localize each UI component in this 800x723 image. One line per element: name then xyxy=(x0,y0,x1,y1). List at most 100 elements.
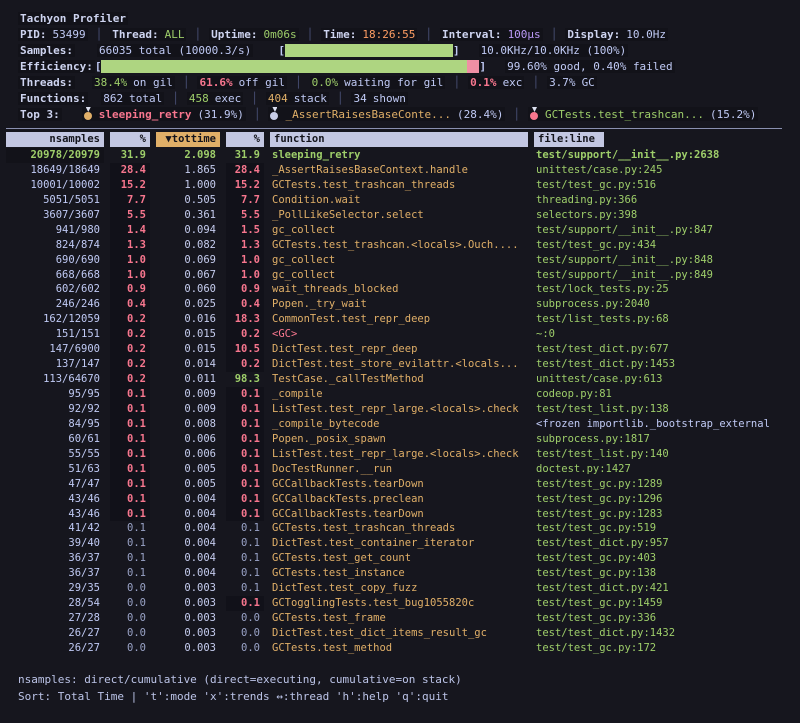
table-row[interactable]: 151/1510.20.0150.2<GC>~:0 xyxy=(6,327,794,342)
table-row[interactable]: 92/920.10.0090.1ListTest.test_repr_large… xyxy=(6,402,794,417)
cell-pct-direct: 0.1 xyxy=(110,432,150,447)
cell-function: DocTestRunner.__run xyxy=(270,462,528,477)
table-row[interactable]: 55/550.10.0060.1ListTest.test_repr_large… xyxy=(6,447,794,462)
profiler-screen: Tachyon Profiler PID:53499│Thread:ALL│Up… xyxy=(0,0,800,723)
table-row[interactable]: 84/950.10.0080.1_compile_bytecode<frozen… xyxy=(6,417,794,432)
table-row[interactable]: 690/6901.00.0691.0gc_collecttest/support… xyxy=(6,253,794,268)
efficiency-gauge xyxy=(101,60,479,73)
separator-bar: │ xyxy=(295,76,302,89)
cell-pct-cumulative: 0.1 xyxy=(226,387,264,402)
table-row[interactable]: 10001/1000215.21.00015.2GCTests.test_tra… xyxy=(6,178,794,193)
table-row[interactable]: 43/460.10.0040.1GCCallbackTests.tearDown… xyxy=(6,507,794,522)
table-row[interactable]: 113/646700.20.01198.3TestCase._callTestM… xyxy=(6,372,794,387)
cell-function: _AssertRaisesBaseContext.handle xyxy=(270,163,528,178)
table-row[interactable]: 47/470.10.0050.1GCCallbackTests.tearDown… xyxy=(6,477,794,492)
status-thread-label: Thread: xyxy=(112,28,158,41)
table-row[interactable]: 27/280.00.0030.0GCTests.test_frametest/t… xyxy=(6,611,794,626)
samples-gauge-fill xyxy=(285,44,453,57)
cell-tottime: 0.004 xyxy=(156,566,220,581)
col-header-function[interactable]: function xyxy=(270,132,528,147)
cell-pct-direct: 0.1 xyxy=(110,521,150,536)
table-row[interactable]: 36/370.10.0040.1GCTests.test_instancetes… xyxy=(6,566,794,581)
table-row[interactable]: 246/2460.40.0250.4Popen._try_waitsubproc… xyxy=(6,297,794,312)
efficiency-line: Efficiency: [ ] 99.60% good, 0.40% faile… xyxy=(18,58,794,74)
status-uptime: Uptime:0m06s xyxy=(209,28,298,41)
function-stat-1-label: exec xyxy=(215,92,242,105)
cell-fileline: test/test_gc.py:519 xyxy=(534,521,794,536)
cell-pct-direct: 7.7 xyxy=(110,193,150,208)
cell-tottime: 0.004 xyxy=(156,536,220,551)
cell-pct-cumulative: 0.1 xyxy=(226,507,264,522)
status-thread-value: ALL xyxy=(165,28,185,41)
cell-nsamples: 668/668 xyxy=(6,268,104,283)
table-row[interactable]: 824/8741.30.0821.3GCTests.test_trashcan.… xyxy=(6,238,794,253)
function-stat-3: 34shown xyxy=(351,92,407,105)
cell-pct-direct: 5.5 xyxy=(110,208,150,223)
table-row[interactable]: 162/120590.20.01618.3CommonTest.test_rep… xyxy=(6,312,794,327)
table-row[interactable]: 41/420.10.0040.1GCTests.test_trashcan_th… xyxy=(6,521,794,536)
cell-pct-cumulative: 0.1 xyxy=(226,492,264,507)
cell-function: GCTogglingTests.test_bug1055820c xyxy=(270,596,528,611)
thread-stat-1: 61.6%off gil xyxy=(197,76,286,89)
cell-tottime: 0.067 xyxy=(156,268,220,283)
separator-bar: │ xyxy=(194,28,201,41)
cell-tottime: 0.082 xyxy=(156,238,220,253)
cell-tottime: 0.361 xyxy=(156,208,220,223)
table-row[interactable]: 941/9801.40.0941.5gc_collecttest/support… xyxy=(6,223,794,238)
table-row[interactable]: 43/460.10.0040.1GCCallbackTests.preclean… xyxy=(6,492,794,507)
cell-pct-cumulative: 31.9 xyxy=(226,148,264,163)
table-row[interactable]: 147/69000.20.01510.5DictTest.test_repr_d… xyxy=(6,342,794,357)
table-row[interactable]: 5051/50517.70.5057.7Condition.waitthread… xyxy=(6,193,794,208)
table-row[interactable]: 36/370.10.0040.1GCTests.test_get_countte… xyxy=(6,551,794,566)
cell-pct-direct: 0.4 xyxy=(110,297,150,312)
table-row[interactable]: 20978/2097931.92.09831.9sleeping_retryte… xyxy=(6,148,794,163)
table-row[interactable]: 3607/36075.50.3615.5_PollLikeSelector.se… xyxy=(6,208,794,223)
col-header-nsamples[interactable]: nsamples xyxy=(6,132,104,147)
cell-pct-cumulative: 0.1 xyxy=(226,462,264,477)
cell-nsamples: 47/47 xyxy=(6,477,104,492)
cell-function: _PollLikeSelector.select xyxy=(270,208,528,223)
cell-fileline: test/support/__init__.py:848 xyxy=(534,253,794,268)
cell-tottime: 0.004 xyxy=(156,551,220,566)
cell-tottime: 1.000 xyxy=(156,178,220,193)
table-row[interactable]: 29/350.00.0030.1DictTest.test_copy_fuzzt… xyxy=(6,581,794,596)
col-header-pct-cumulative[interactable]: % xyxy=(226,132,264,147)
cell-pct-direct: 1.0 xyxy=(110,268,150,283)
title-line: Tachyon Profiler xyxy=(18,10,794,26)
table-row[interactable]: 95/950.10.0090.1_compilecodeop.py:81 xyxy=(6,387,794,402)
top3-item-3-name: GCTests.test_trashcan... xyxy=(545,108,704,121)
function-table: nsamples% ▼tottime% function file:line 2097… xyxy=(6,132,794,656)
efficiency-text: 99.60% good, 0.40% failed xyxy=(505,60,675,73)
cell-pct-cumulative: 0.1 xyxy=(226,581,264,596)
thread-stat-2-value: 0.0% xyxy=(312,76,339,89)
separator-bar: │ xyxy=(551,28,558,41)
col-header-fileline[interactable]: file:line xyxy=(534,132,604,147)
table-row[interactable]: 28/540.00.0030.1GCTogglingTests.test_bug… xyxy=(6,596,794,611)
table-row[interactable]: 602/6020.90.0600.9wait_threads_blockedte… xyxy=(6,282,794,297)
cell-nsamples: 3607/3607 xyxy=(6,208,104,223)
top3-line: Top 3: sleeping_retry(31.9%)│_AssertRais… xyxy=(18,106,794,122)
status-time: Time:18:26:55 xyxy=(321,28,417,41)
thread-stat-3: 0.1%exc xyxy=(468,76,524,89)
cell-fileline: test/test_gc.py:336 xyxy=(534,611,794,626)
table-row[interactable]: 39/400.10.0040.1DictTest.test_container_… xyxy=(6,536,794,551)
table-row[interactable]: 18649/1864928.41.86528.4_AssertRaisesBas… xyxy=(6,163,794,178)
table-row[interactable]: 137/1470.20.0140.2DictTest.test_store_ev… xyxy=(6,357,794,372)
cell-nsamples: 43/46 xyxy=(6,507,104,522)
function-stat-3-value: 34 xyxy=(353,92,366,105)
col-header-pct-direct[interactable]: % xyxy=(110,132,150,147)
col-header-tottime-sorted[interactable]: ▼tottime xyxy=(156,132,220,147)
table-row[interactable]: 51/630.10.0050.1DocTestRunner.__rundocte… xyxy=(6,462,794,477)
table-row[interactable]: 26/270.00.0030.0GCTests.test_methodtest/… xyxy=(6,641,794,656)
cell-nsamples: 55/55 xyxy=(6,447,104,462)
cell-fileline: test/test_gc.py:1289 xyxy=(534,477,794,492)
cell-nsamples: 246/246 xyxy=(6,297,104,312)
top3-item-2-name: _AssertRaisesBaseConte... xyxy=(285,108,451,121)
thread-stat-4: 3.7%GC xyxy=(547,76,597,89)
table-row[interactable]: 26/270.00.0030.0DictTest.test_dict_items… xyxy=(6,626,794,641)
top3-item-1-name: sleeping_retry xyxy=(99,108,192,121)
table-row[interactable]: 60/610.10.0060.1Popen._posix_spawnsubpro… xyxy=(6,432,794,447)
cell-tottime: 0.005 xyxy=(156,462,220,477)
table-row[interactable]: 668/6681.00.0671.0gc_collecttest/support… xyxy=(6,268,794,283)
cell-nsamples: 95/95 xyxy=(6,387,104,402)
